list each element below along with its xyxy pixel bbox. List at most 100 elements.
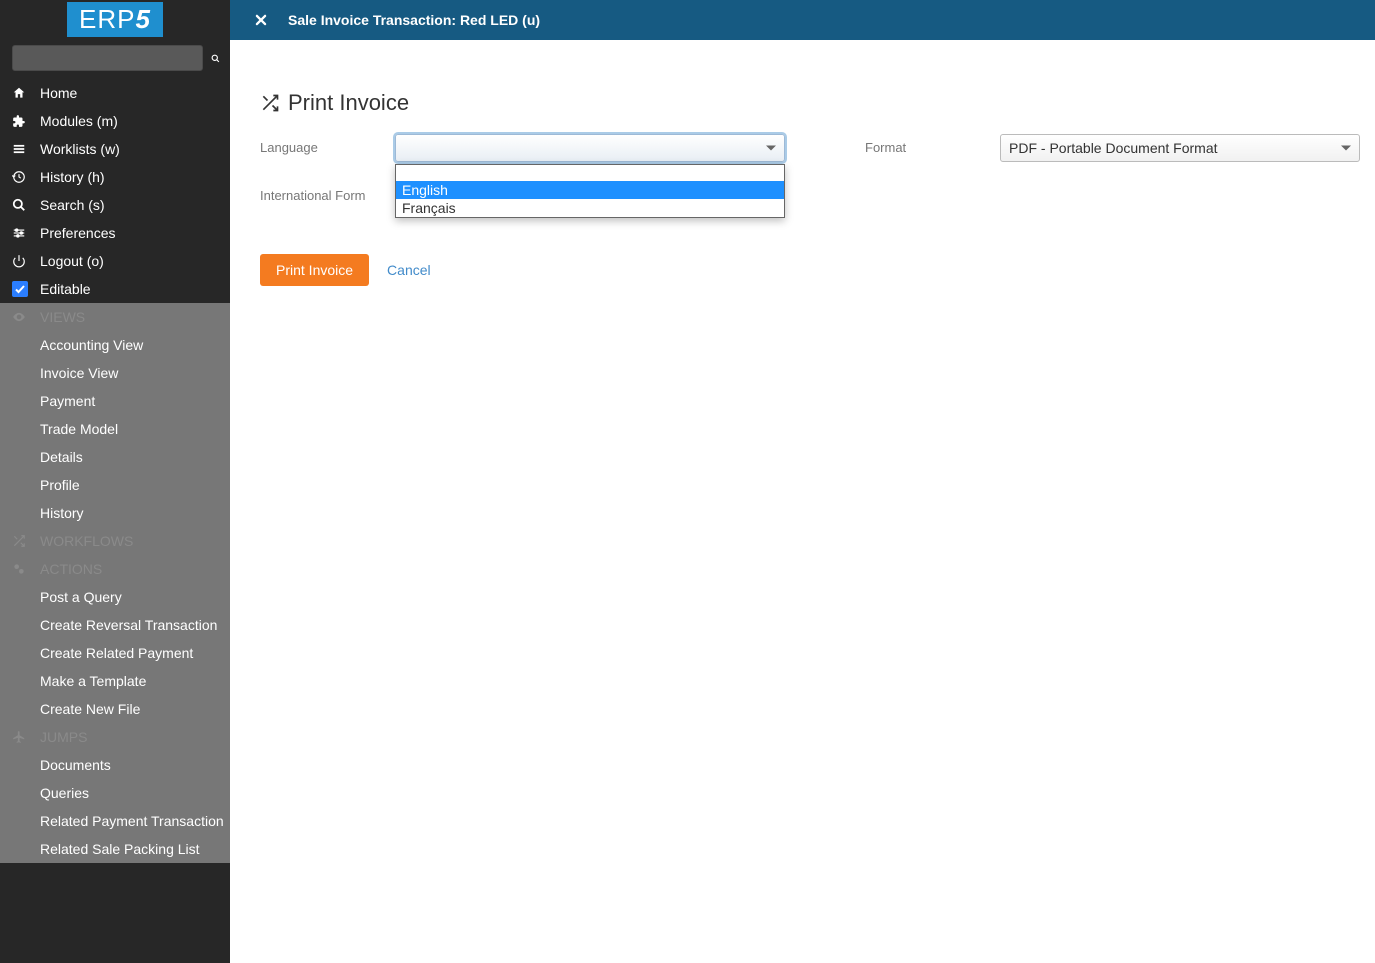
nav-label: Payment [40,390,95,412]
chevron-down-icon [766,146,776,151]
jump-queries[interactable]: Queries [0,779,230,807]
plane-icon [12,730,40,744]
search-row [0,41,230,79]
section-actions: ACTIONS [0,555,230,583]
nav-home[interactable]: Home [0,79,230,107]
logo[interactable]: ERP5 [67,2,163,37]
nav-primary: Home Modules (m) Worklists (w) History (… [0,79,230,303]
action-create-file[interactable]: Create New File [0,695,230,723]
shuffle-icon [12,534,40,548]
nav-label: Documents [40,754,111,776]
section-label: WORKFLOWS [40,530,133,552]
editable-checkbox[interactable] [12,281,28,297]
format-select-value: PDF - Portable Document Format [1009,140,1218,156]
label-format: Format [865,134,1000,155]
section-label: ACTIONS [40,558,102,580]
logo-text-a: ERP [79,4,135,34]
gears-icon [12,562,40,576]
view-history[interactable]: History [0,499,230,527]
topbar: Sale Invoice Transaction: Red LED (u) [230,0,1375,40]
nav-label: Queries [40,782,89,804]
sidebar: ERP5 Home Modules (m) Worklists (w) Hist… [0,0,230,963]
view-profile[interactable]: Profile [0,471,230,499]
nav-worklists[interactable]: Worklists (w) [0,135,230,163]
nav-label: Search (s) [40,194,105,216]
nav-preferences[interactable]: Preferences [0,219,230,247]
sidebar-dim-block: VIEWS Accounting View Invoice View Payme… [0,303,230,863]
language-option-english[interactable]: English [396,181,784,199]
nav-history[interactable]: History (h) [0,163,230,191]
label-international: International Form [260,182,395,203]
page-title: Print Invoice [260,90,1345,116]
nav-label: History (h) [40,166,105,188]
nav-editable[interactable]: Editable [0,275,230,303]
language-select-wrap: English Français [395,134,785,162]
print-invoice-button[interactable]: Print Invoice [260,254,369,286]
view-trade-model[interactable]: Trade Model [0,415,230,443]
section-workflows[interactable]: WORKFLOWS [0,527,230,555]
action-make-template[interactable]: Make a Template [0,667,230,695]
form-grid: Language English Français Format PDF - P… [260,134,1345,204]
nav-label: Logout (o) [40,250,104,272]
list-icon [12,142,40,156]
nav-label: Home [40,82,77,104]
nav-label: Worklists (w) [40,138,120,160]
jump-related-payment-trans[interactable]: Related Payment Transaction [0,807,230,835]
nav-label: Details [40,446,83,468]
page-title-text: Print Invoice [288,90,409,116]
nav-logout[interactable]: Logout (o) [0,247,230,275]
action-reversal[interactable]: Create Reversal Transaction [0,611,230,639]
view-details[interactable]: Details [0,443,230,471]
action-related-payment[interactable]: Create Related Payment [0,639,230,667]
puzzle-icon [12,114,40,128]
nav-label: Related Payment Transaction [40,810,224,832]
home-icon [12,86,40,100]
section-jumps: JUMPS [0,723,230,751]
view-payment[interactable]: Payment [0,387,230,415]
search-menu-icon [12,198,40,212]
nav-label: Make a Template [40,670,146,692]
logo-text-b: 5 [136,4,151,34]
nav-search[interactable]: Search (s) [0,191,230,219]
section-label: JUMPS [40,726,87,748]
actions-row: Print Invoice Cancel [260,254,1345,286]
nav-label: Post a Query [40,586,122,608]
nav-label: Related Sale Packing List [40,838,200,860]
power-icon [12,254,40,268]
section-views: VIEWS [0,303,230,331]
language-option-francais[interactable]: Français [396,199,784,217]
format-select-wrap: PDF - Portable Document Format [1000,134,1360,162]
nav-label: Trade Model [40,418,118,440]
nav-label: Create New File [40,698,140,720]
view-invoice[interactable]: Invoice View [0,359,230,387]
shuffle-title-icon [260,93,280,113]
search-icon[interactable] [211,50,220,66]
view-accounting[interactable]: Accounting View [0,331,230,359]
close-icon[interactable] [254,13,268,27]
nav-label: Preferences [40,222,115,244]
format-select[interactable]: PDF - Portable Document Format [1000,134,1360,162]
logo-wrap: ERP5 [0,0,230,41]
section-label: VIEWS [40,306,85,328]
language-option-blank[interactable] [396,165,784,181]
label-language: Language [260,134,395,155]
nav-label: Modules (m) [40,110,118,132]
language-select[interactable] [395,134,785,162]
action-post-query[interactable]: Post a Query [0,583,230,611]
main-content: Print Invoice Language English Français … [230,40,1375,963]
nav-label: Create Related Payment [40,642,193,664]
nav-label: Profile [40,474,80,496]
search-input[interactable] [12,45,203,71]
topbar-title: Sale Invoice Transaction: Red LED (u) [288,12,540,28]
sliders-icon [12,226,40,240]
nav-label: Editable [40,278,91,300]
nav-label: Create Reversal Transaction [40,614,217,636]
history-icon [12,170,40,184]
nav-modules[interactable]: Modules (m) [0,107,230,135]
jump-documents[interactable]: Documents [0,751,230,779]
jump-related-sale-packing[interactable]: Related Sale Packing List [0,835,230,863]
chevron-down-icon [1341,146,1351,151]
eye-icon [12,310,40,324]
nav-label: Invoice View [40,362,118,384]
cancel-link[interactable]: Cancel [387,262,431,278]
